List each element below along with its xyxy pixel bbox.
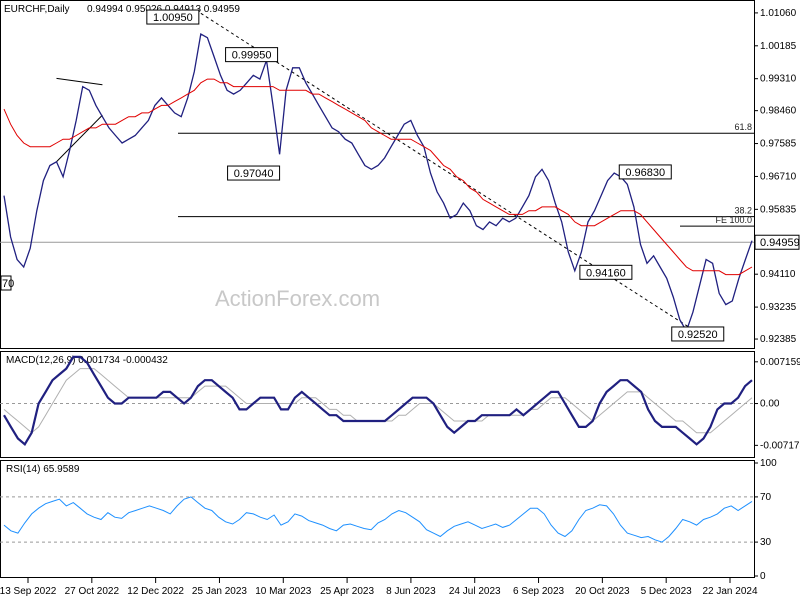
macd-signal-line	[3, 368, 753, 434]
rsi-axis-tick-label-1: 70	[760, 492, 772, 503]
rsi-axis-tick-label-3: 0	[760, 571, 766, 582]
x-tick-label-7: 24 Jul 2023	[449, 586, 501, 597]
x-tick-label-5: 25 Apr 2023	[320, 586, 374, 597]
annotation-label-5: 0.92520	[678, 329, 718, 341]
macd-axis-tick-label-1: 0.00	[760, 399, 780, 410]
price-axis-tick-label-4: 0.97585	[760, 139, 797, 150]
price-axis-tick-label-6: 0.95835	[760, 204, 797, 215]
x-tick-label-3: 25 Jan 2023	[192, 586, 247, 597]
x-tick-label-9: 20 Oct 2023	[575, 586, 630, 597]
retracement-label-0: 61.8	[734, 122, 752, 132]
rsi-title: RSI(14) 65.9589	[6, 464, 80, 475]
x-tick-label-4: 10 Mar 2023	[255, 586, 312, 597]
watermark: ActionForex.com	[215, 286, 380, 311]
price-axis-tick-label-3: 0.98460	[760, 106, 797, 117]
annotation-label-3: 0.96830	[625, 167, 665, 179]
price-axis-tick-label-0: 1.01060	[760, 8, 797, 19]
fe-level-label: FE 100.0	[715, 215, 752, 225]
last-price-label: 0.94959	[760, 237, 800, 249]
price-axis-tick-label-9: 0.93235	[760, 302, 797, 313]
rsi-axis-tick-label-2: 30	[760, 537, 772, 548]
symbol-title: EURCHF,Daily	[4, 4, 70, 15]
annotation-label-1: 0.99950	[232, 50, 272, 62]
macd-axis-tick-label-2: -0.007173	[760, 440, 800, 451]
x-tick-label-6: 8 Jun 2023	[386, 586, 436, 597]
trendline-1	[56, 114, 103, 163]
x-axis: 13 Sep 2022 27 Oct 2022 12 Dec 2022 25 Jan …	[0, 578, 758, 597]
macd-axis-tick-label-0: 0.007159	[760, 357, 800, 368]
price-layer: 1.01060 1.00185 0.99310 0.98460 0.97585 0.967…	[0, 8, 800, 345]
trendline-0	[56, 77, 103, 86]
chart: ActionForex.com EURCHF,Daily 0.94994 0.9…	[0, 0, 800, 597]
cut-annotation-label: 70	[2, 278, 14, 290]
rsi-axis-tick-label-0: 100	[760, 458, 777, 469]
price-axis-tick-label-5: 0.96710	[760, 171, 797, 182]
rsi-layer: 100 70 30 0	[0, 458, 777, 582]
x-tick-label-2: 12 Dec 2022	[127, 586, 184, 597]
macd-main-line	[3, 355, 753, 446]
x-tick-label-1: 27 Oct 2022	[65, 586, 120, 597]
price-axis-tick-label-10: 0.92385	[760, 334, 797, 345]
price-axis-tick-label-1: 1.00185	[760, 41, 797, 52]
rsi-panel-frame	[0, 460, 755, 578]
x-tick-label-10: 5 Dec 2023	[641, 586, 693, 597]
annotation-label-2: 0.97040	[234, 168, 274, 180]
price-axis-tick-label-2: 0.99310	[760, 74, 797, 85]
price-axis-tick-label-8: 0.94110	[760, 269, 796, 280]
macd-panel-frame	[0, 351, 755, 458]
macd-layer: 0.007159 0.00 -0.007173	[0, 355, 800, 451]
rsi-line	[3, 496, 753, 543]
annotation-label-4: 0.94160	[586, 267, 626, 279]
x-tick-label-0: 13 Sep 2022	[0, 586, 57, 597]
x-tick-label-8: 6 Sep 2023	[513, 586, 565, 597]
x-tick-label-11: 22 Jan 2024	[702, 586, 757, 597]
annotation-label-0: 1.00950	[153, 12, 193, 24]
